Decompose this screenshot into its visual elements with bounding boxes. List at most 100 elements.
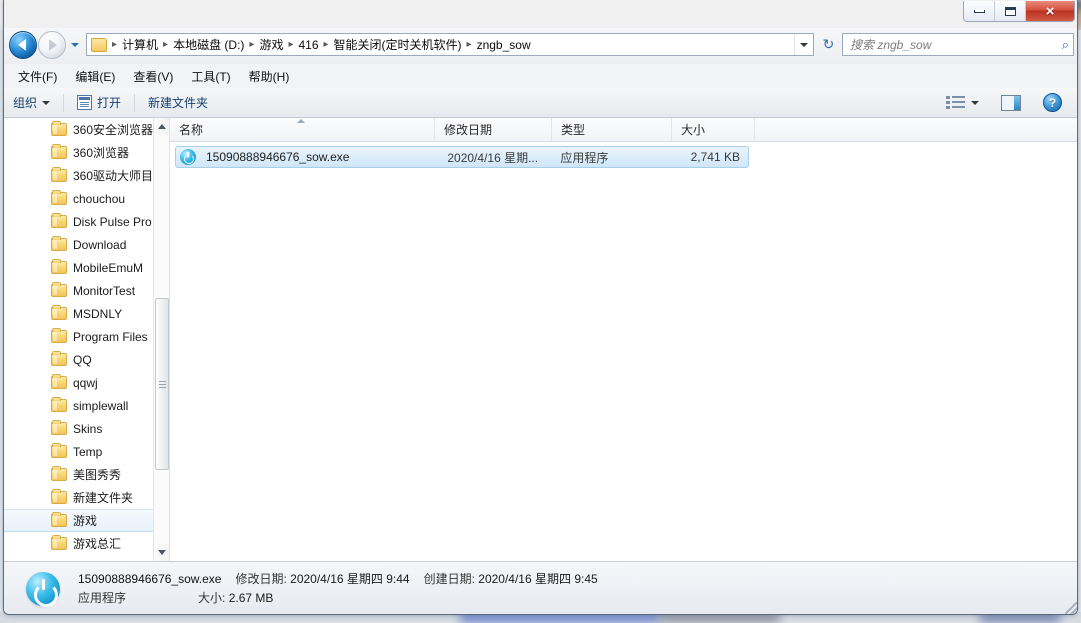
folder-icon — [51, 190, 67, 205]
open-icon — [77, 95, 93, 110]
tree-item-skins[interactable]: Skins — [4, 417, 154, 440]
new-folder-button[interactable]: 新建文件夹 — [139, 92, 217, 114]
close-button[interactable]: × — [1026, 1, 1074, 21]
menu-bar: 文件(F) 编辑(E) 查看(V) 工具(T) 帮助(H) — [4, 64, 1077, 88]
command-bar: 组织 打开 新建文件夹 ? — [4, 88, 1077, 118]
cell-size: 2,741 KB — [690, 150, 740, 164]
cell-type: 应用程序 — [560, 150, 609, 165]
scrollbar-thumb[interactable] — [155, 298, 169, 470]
tree-item-label: MSDNLY — [73, 306, 123, 321]
tree-item-360-safe-browser[interactable]: 360安全浏览器 — [4, 118, 154, 141]
change-view-button[interactable] — [937, 92, 988, 114]
tree-item-label: qqwj — [73, 375, 98, 390]
tree-item-games[interactable]: 游戏 — [4, 509, 154, 532]
folder-icon — [51, 236, 67, 251]
tree-item-monitortest[interactable]: MonitorTest — [4, 279, 154, 302]
resize-grip[interactable] — [1065, 602, 1077, 614]
breadcrumb-item-games[interactable]: 游戏 — [257, 36, 285, 53]
folder-icon — [51, 443, 67, 458]
column-header-size[interactable]: 大小 — [672, 118, 755, 141]
maximize-icon — [1004, 6, 1016, 16]
tree-item-360-browser[interactable]: 360浏览器 — [4, 141, 154, 164]
tree-item-meitu[interactable]: 美图秀秀 — [4, 463, 154, 486]
column-header-date-modified[interactable]: 修改日期 — [435, 118, 552, 141]
tree-item-360-driver-master[interactable]: 360驱动大师目 — [4, 164, 154, 187]
details-created-label: 创建日期: — [423, 571, 475, 586]
tree-item-simplewall[interactable]: simplewall — [4, 394, 154, 417]
folder-icon — [51, 121, 67, 136]
menu-item-file[interactable]: 文件(F) — [18, 68, 57, 85]
tree-item-msdnly[interactable]: MSDNLY — [4, 302, 154, 325]
refresh-icon: ↻ — [822, 36, 835, 52]
arrow-right-icon — [49, 39, 57, 51]
tree-item-temp[interactable]: Temp — [4, 440, 154, 463]
application-icon — [26, 571, 60, 607]
forward-button[interactable] — [38, 31, 66, 59]
tree-item-label: MobileEmuM — [73, 260, 144, 275]
tree-item-games-collection[interactable]: 游戏总汇 — [4, 532, 154, 555]
navigation-pane-scrollbar[interactable] — [153, 118, 169, 561]
breadcrumb-item-shutdown-tool[interactable]: 智能关闭(定时关机软件) — [332, 36, 464, 53]
breadcrumb-item-drive[interactable]: 本地磁盘 (D:) — [171, 36, 246, 53]
search-input[interactable]: 搜索 zngb_sow ⌕ — [842, 33, 1074, 56]
tree-item-qqwj[interactable]: qqwj — [4, 371, 154, 394]
menu-item-view[interactable]: 查看(V) — [133, 68, 173, 85]
breadcrumb-item-computer[interactable]: 计算机 — [120, 36, 160, 53]
address-bar[interactable]: ▸ 计算机 ▸ 本地磁盘 (D:) ▸ 游戏 ▸ 416 ▸ 智能关闭(定时关机… — [86, 33, 814, 56]
backdrop-blob — [980, 614, 1060, 621]
chevron-down-icon — [971, 100, 979, 105]
help-button[interactable]: ? — [1034, 92, 1071, 114]
grip-icon — [158, 380, 166, 388]
cell-date-modified: 2020/4/16 星期... — [447, 150, 539, 165]
column-header-type[interactable]: 类型 — [552, 118, 672, 141]
maximize-button[interactable] — [995, 1, 1026, 21]
tree-item-chouchou[interactable]: chouchou — [4, 187, 154, 210]
tree-item-qq[interactable]: QQ — [4, 348, 154, 371]
tree-item-label: 游戏 — [73, 514, 98, 528]
folder-icon — [51, 144, 67, 159]
tree-item-disk-pulse-pro[interactable]: Disk Pulse Pro — [4, 210, 154, 233]
open-button[interactable]: 打开 — [68, 92, 130, 114]
folder-icon — [51, 167, 67, 182]
folder-icon — [51, 328, 67, 343]
file-list-pane: 名称 修改日期 类型 大小 15090888946676_sow.exe 202… — [170, 118, 1077, 561]
tree-item-program-files[interactable]: Program Files — [4, 325, 154, 348]
triangle-down-icon — [158, 550, 166, 555]
breadcrumb-item-416[interactable]: 416 — [296, 38, 320, 52]
details-pane: 15090888946676_sow.exe 修改日期: 2020/4/16 星… — [4, 561, 1077, 614]
folder-icon — [51, 397, 67, 412]
column-header-name[interactable]: 名称 — [170, 118, 435, 141]
search-placeholder: 搜索 zngb_sow — [850, 38, 932, 52]
tree-item-label: Download — [73, 237, 127, 252]
menu-item-edit[interactable]: 编辑(E) — [75, 68, 115, 85]
folder-icon — [51, 535, 67, 550]
tree-item-label: Disk Pulse Pro — [73, 214, 152, 229]
menu-item-help[interactable]: 帮助(H) — [249, 68, 290, 85]
preview-pane-button[interactable] — [992, 92, 1030, 114]
scroll-down-button[interactable] — [154, 544, 169, 561]
details-size-value: 2.67 MB — [228, 590, 274, 605]
folder-icon — [91, 37, 107, 52]
breadcrumb-separator: ▸ — [249, 39, 255, 50]
backdrop-blob — [660, 614, 780, 621]
breadcrumb-separator: ▸ — [163, 39, 169, 50]
scroll-up-button[interactable] — [154, 118, 169, 135]
details-line-1: 15090888946676_sow.exe 修改日期: 2020/4/16 星… — [78, 570, 598, 589]
tree-item-mobileemum[interactable]: MobileEmuM — [4, 256, 154, 279]
chevron-down-icon — [42, 100, 51, 105]
folder-icon — [51, 351, 67, 366]
organize-button[interactable]: 组织 — [4, 92, 59, 114]
refresh-button[interactable]: ↻ — [818, 34, 839, 55]
breadcrumb-separator: ▸ — [112, 39, 118, 50]
back-button[interactable] — [9, 31, 37, 59]
table-row[interactable]: 15090888946676_sow.exe 2020/4/16 星期... 应… — [175, 146, 749, 168]
recent-locations-button[interactable] — [68, 43, 82, 47]
menu-item-tools[interactable]: 工具(T) — [191, 68, 230, 85]
tree-item-download[interactable]: Download — [4, 233, 154, 256]
folder-icon — [51, 282, 67, 297]
details-created-value: 2020/4/16 星期四 9:45 — [478, 571, 598, 586]
minimize-button[interactable] — [964, 1, 995, 21]
address-dropdown-button[interactable] — [794, 34, 813, 55]
tree-item-new-folder[interactable]: 新建文件夹 — [4, 486, 154, 509]
breadcrumb-item-zngb-sow[interactable]: zngb_sow — [475, 38, 533, 52]
